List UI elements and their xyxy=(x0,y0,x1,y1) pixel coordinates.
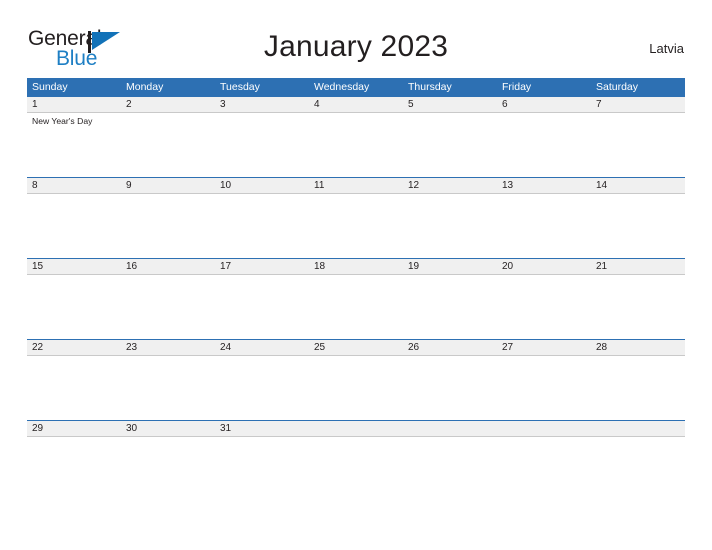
weekday-header-saturday: Saturday xyxy=(596,81,639,93)
day-cell[interactable]: New Year's Day xyxy=(27,113,121,177)
day-cell[interactable] xyxy=(403,356,497,420)
day-cell[interactable] xyxy=(121,356,215,420)
day-number[interactable]: 26 xyxy=(403,340,497,355)
day-number[interactable]: 22 xyxy=(27,340,121,355)
day-cell[interactable] xyxy=(309,275,403,339)
week-date-band: 8 9 10 11 12 13 14 xyxy=(27,177,685,194)
day-cell[interactable] xyxy=(497,194,591,258)
day-number[interactable]: 18 xyxy=(309,259,403,274)
day-cell[interactable] xyxy=(215,356,309,420)
day-cell[interactable] xyxy=(215,275,309,339)
day-cell[interactable] xyxy=(309,113,403,177)
weekday-header-friday: Friday xyxy=(502,81,532,93)
day-number[interactable]: 25 xyxy=(309,340,403,355)
weekday-header-monday: Monday xyxy=(126,81,164,93)
day-cell[interactable] xyxy=(121,113,215,177)
day-number xyxy=(309,421,403,436)
day-cell[interactable] xyxy=(27,356,121,420)
day-cell[interactable] xyxy=(403,275,497,339)
weekday-header-tuesday: Tuesday xyxy=(220,81,260,93)
day-cell[interactable] xyxy=(121,275,215,339)
calendar-week-row: 8 9 10 11 12 13 14 xyxy=(27,177,685,258)
day-number[interactable]: 20 xyxy=(497,259,591,274)
day-number[interactable]: 2 xyxy=(121,97,215,112)
weekday-header-wednesday: Wednesday xyxy=(314,81,370,93)
day-number[interactable]: 21 xyxy=(591,259,685,274)
day-number[interactable]: 3 xyxy=(215,97,309,112)
day-cell[interactable] xyxy=(215,194,309,258)
day-number[interactable]: 1 xyxy=(27,97,121,112)
event-label: New Year's Day xyxy=(32,116,93,126)
day-number[interactable]: 29 xyxy=(27,421,121,436)
day-number[interactable]: 27 xyxy=(497,340,591,355)
day-cell[interactable] xyxy=(591,113,685,177)
day-cell[interactable] xyxy=(309,356,403,420)
day-number[interactable]: 23 xyxy=(121,340,215,355)
day-number[interactable]: 16 xyxy=(121,259,215,274)
day-cell[interactable] xyxy=(497,113,591,177)
day-cell[interactable] xyxy=(403,194,497,258)
calendar-weekday-header: Sunday Monday Tuesday Wednesday Thursday… xyxy=(27,78,685,96)
calendar-week-row: 15 16 17 18 19 20 21 xyxy=(27,258,685,339)
day-number xyxy=(497,421,591,436)
day-cell[interactable] xyxy=(27,194,121,258)
day-number[interactable]: 31 xyxy=(215,421,309,436)
day-cell[interactable] xyxy=(27,275,121,339)
day-number[interactable]: 10 xyxy=(215,178,309,193)
day-cell[interactable] xyxy=(497,275,591,339)
week-date-band: 1 2 3 4 5 6 7 xyxy=(27,96,685,113)
day-number[interactable]: 30 xyxy=(121,421,215,436)
day-number[interactable]: 24 xyxy=(215,340,309,355)
day-number[interactable]: 8 xyxy=(27,178,121,193)
calendar-grid: Sunday Monday Tuesday Wednesday Thursday… xyxy=(27,78,685,442)
weekday-header-thursday: Thursday xyxy=(408,81,452,93)
day-number[interactable]: 9 xyxy=(121,178,215,193)
day-number[interactable]: 13 xyxy=(497,178,591,193)
day-cell[interactable] xyxy=(591,356,685,420)
day-number[interactable]: 6 xyxy=(497,97,591,112)
day-number[interactable]: 12 xyxy=(403,178,497,193)
day-number[interactable]: 28 xyxy=(591,340,685,355)
week-events-row xyxy=(27,356,685,420)
day-number[interactable]: 15 xyxy=(27,259,121,274)
day-cell[interactable] xyxy=(591,275,685,339)
day-number[interactable]: 14 xyxy=(591,178,685,193)
day-cell[interactable] xyxy=(121,194,215,258)
page-title: January 2023 xyxy=(263,30,449,63)
day-number[interactable]: 7 xyxy=(591,97,685,112)
day-number[interactable]: 5 xyxy=(403,97,497,112)
day-number xyxy=(591,421,685,436)
day-number[interactable]: 19 xyxy=(403,259,497,274)
calendar-week-row: 22 23 24 25 26 27 28 xyxy=(27,339,685,420)
region-label: Latvia xyxy=(649,41,684,56)
day-cell[interactable] xyxy=(403,113,497,177)
week-date-band: 15 16 17 18 19 20 21 xyxy=(27,258,685,275)
page-header: General Blue January 2023 Latvia xyxy=(0,0,712,78)
week-events-row xyxy=(27,194,685,258)
week-events-row xyxy=(27,275,685,339)
weekday-header-sunday: Sunday xyxy=(32,81,68,93)
calendar-week-row: 1 2 3 4 5 6 7 New Year's Day xyxy=(27,96,685,177)
week-date-band: 22 23 24 25 26 27 28 xyxy=(27,339,685,356)
week-events-row: New Year's Day xyxy=(27,113,685,177)
day-cell[interactable] xyxy=(497,356,591,420)
day-number[interactable]: 17 xyxy=(215,259,309,274)
calendar-week-row: 29 30 31 xyxy=(27,420,685,442)
day-number[interactable]: 4 xyxy=(309,97,403,112)
day-number xyxy=(403,421,497,436)
day-cell[interactable] xyxy=(215,113,309,177)
day-cell[interactable] xyxy=(591,194,685,258)
week-date-band: 29 30 31 xyxy=(27,420,685,437)
day-number[interactable]: 11 xyxy=(309,178,403,193)
day-cell[interactable] xyxy=(309,194,403,258)
